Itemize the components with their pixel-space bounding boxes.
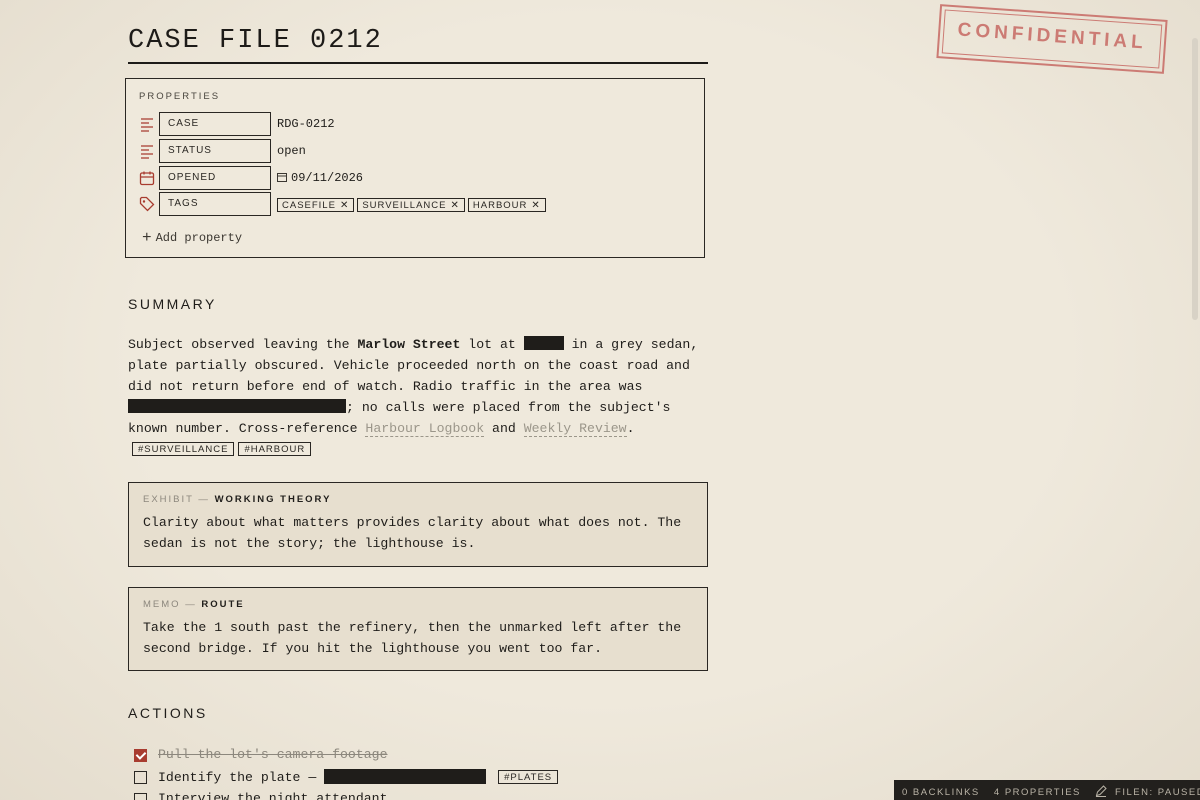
checkbox-checked[interactable] (134, 749, 147, 762)
property-key-tags[interactable]: TAGS (159, 192, 271, 216)
small-calendar-icon (277, 172, 287, 186)
property-value-tags: CASEFILE ✕ SURVEILLANCE ✕ HARBOUR ✕ (277, 198, 549, 212)
calendar-icon (139, 170, 155, 186)
property-key-case[interactable]: CASE (159, 112, 271, 136)
add-property-button[interactable]: + Add property (142, 228, 243, 247)
properties-panel: PROPERTIES CASE RDG-0212 STATUS open OPE… (125, 78, 705, 258)
tag-icon (139, 196, 155, 212)
tag-chip-label: SURVEILLANCE (362, 200, 447, 211)
callout-kind: MEMO (143, 599, 181, 610)
plus-icon: + (142, 229, 152, 247)
redaction-bar (523, 336, 564, 350)
summary-text: . (626, 421, 635, 436)
actions-heading: ACTIONS (128, 705, 208, 721)
checkbox[interactable] (134, 793, 147, 800)
inline-tag[interactable]: #PLATES (498, 770, 559, 784)
summary-paragraph[interactable]: Subject observed leaving the Marlow Stre… (128, 334, 708, 460)
redaction-bar (128, 399, 346, 413)
action-text-wrap: Identify the plate — #PLATES (158, 769, 559, 785)
property-key-status[interactable]: STATUS (159, 139, 271, 163)
add-property-label: Add property (155, 231, 243, 245)
property-value-opened[interactable]: 09/11/2026 (277, 171, 363, 186)
checkbox[interactable] (134, 771, 147, 784)
exhibit-callout[interactable]: EXHIBIT — WORKING THEORY Clarity about w… (128, 482, 708, 567)
page-title[interactable]: CASE FILE 0212 (128, 26, 708, 64)
summary-bold: Marlow Street (357, 337, 461, 352)
mode-status[interactable]: FILEN: PAUSED (1115, 787, 1200, 798)
summary-text: Subject observed leaving the (128, 337, 358, 352)
tag-chip[interactable]: HARBOUR ✕ (467, 198, 546, 212)
summary-heading: SUMMARY (128, 296, 217, 312)
tag-chip-label: HARBOUR (472, 200, 528, 211)
scrollbar-thumb[interactable] (1192, 38, 1198, 320)
backlinks-count[interactable]: 0 BACKLINKS (902, 787, 980, 798)
remove-tag-icon[interactable]: ✕ (340, 200, 349, 211)
remove-tag-icon[interactable]: ✕ (451, 200, 460, 211)
callout-header: EXHIBIT — WORKING THEORY (143, 494, 332, 505)
callout-body: Take the 1 south past the refinery, then… (143, 620, 682, 656)
callout-title: ROUTE (201, 599, 245, 610)
property-value-case[interactable]: RDG-0212 (277, 117, 335, 131)
tag-chip-label: CASEFILE (282, 200, 336, 211)
status-bar: 0 BACKLINKS 4 PROPERTIES FILEN: PAUSED (894, 780, 1200, 800)
confidential-stamp: CONFIDENTIAL (936, 4, 1168, 74)
properties-heading: PROPERTIES (139, 91, 221, 102)
pencil-icon[interactable] (1095, 785, 1109, 800)
memo-callout[interactable]: MEMO — ROUTE Take the 1 south past the r… (128, 587, 708, 671)
callout-header: MEMO — ROUTE (143, 599, 245, 610)
callout-title: WORKING THEORY (214, 494, 332, 505)
action-text: Interview the night attendant (158, 791, 388, 800)
internal-link-harbour-logbook[interactable]: Harbour Logbook (365, 421, 485, 437)
summary-text: lot at (460, 337, 524, 352)
internal-link-weekly-review[interactable]: Weekly Review (523, 421, 627, 437)
remove-tag-icon[interactable]: ✕ (531, 200, 540, 211)
summary-text: and (484, 421, 524, 436)
inline-tag[interactable]: #HARBOUR (238, 442, 312, 456)
property-value-status[interactable]: open (277, 144, 306, 158)
redaction-bar (324, 769, 487, 784)
callout-kind: EXHIBIT (143, 494, 194, 505)
inline-tag[interactable]: #SURVEILLANCE (132, 442, 235, 456)
property-key-opened[interactable]: OPENED (159, 166, 271, 190)
action-text: Pull the lot's camera footage (158, 747, 388, 762)
callout-body: Clarity about what matters provides clar… (143, 515, 682, 551)
tag-chip[interactable]: SURVEILLANCE ✕ (357, 198, 465, 212)
tag-chip[interactable]: CASEFILE ✕ (277, 198, 355, 212)
opened-date: 09/11/2026 (291, 171, 364, 185)
text-lines-icon (139, 116, 155, 132)
action-text: Identify the plate — (158, 770, 317, 785)
properties-count[interactable]: 4 PROPERTIES (994, 787, 1081, 798)
text-lines-icon (139, 143, 155, 159)
